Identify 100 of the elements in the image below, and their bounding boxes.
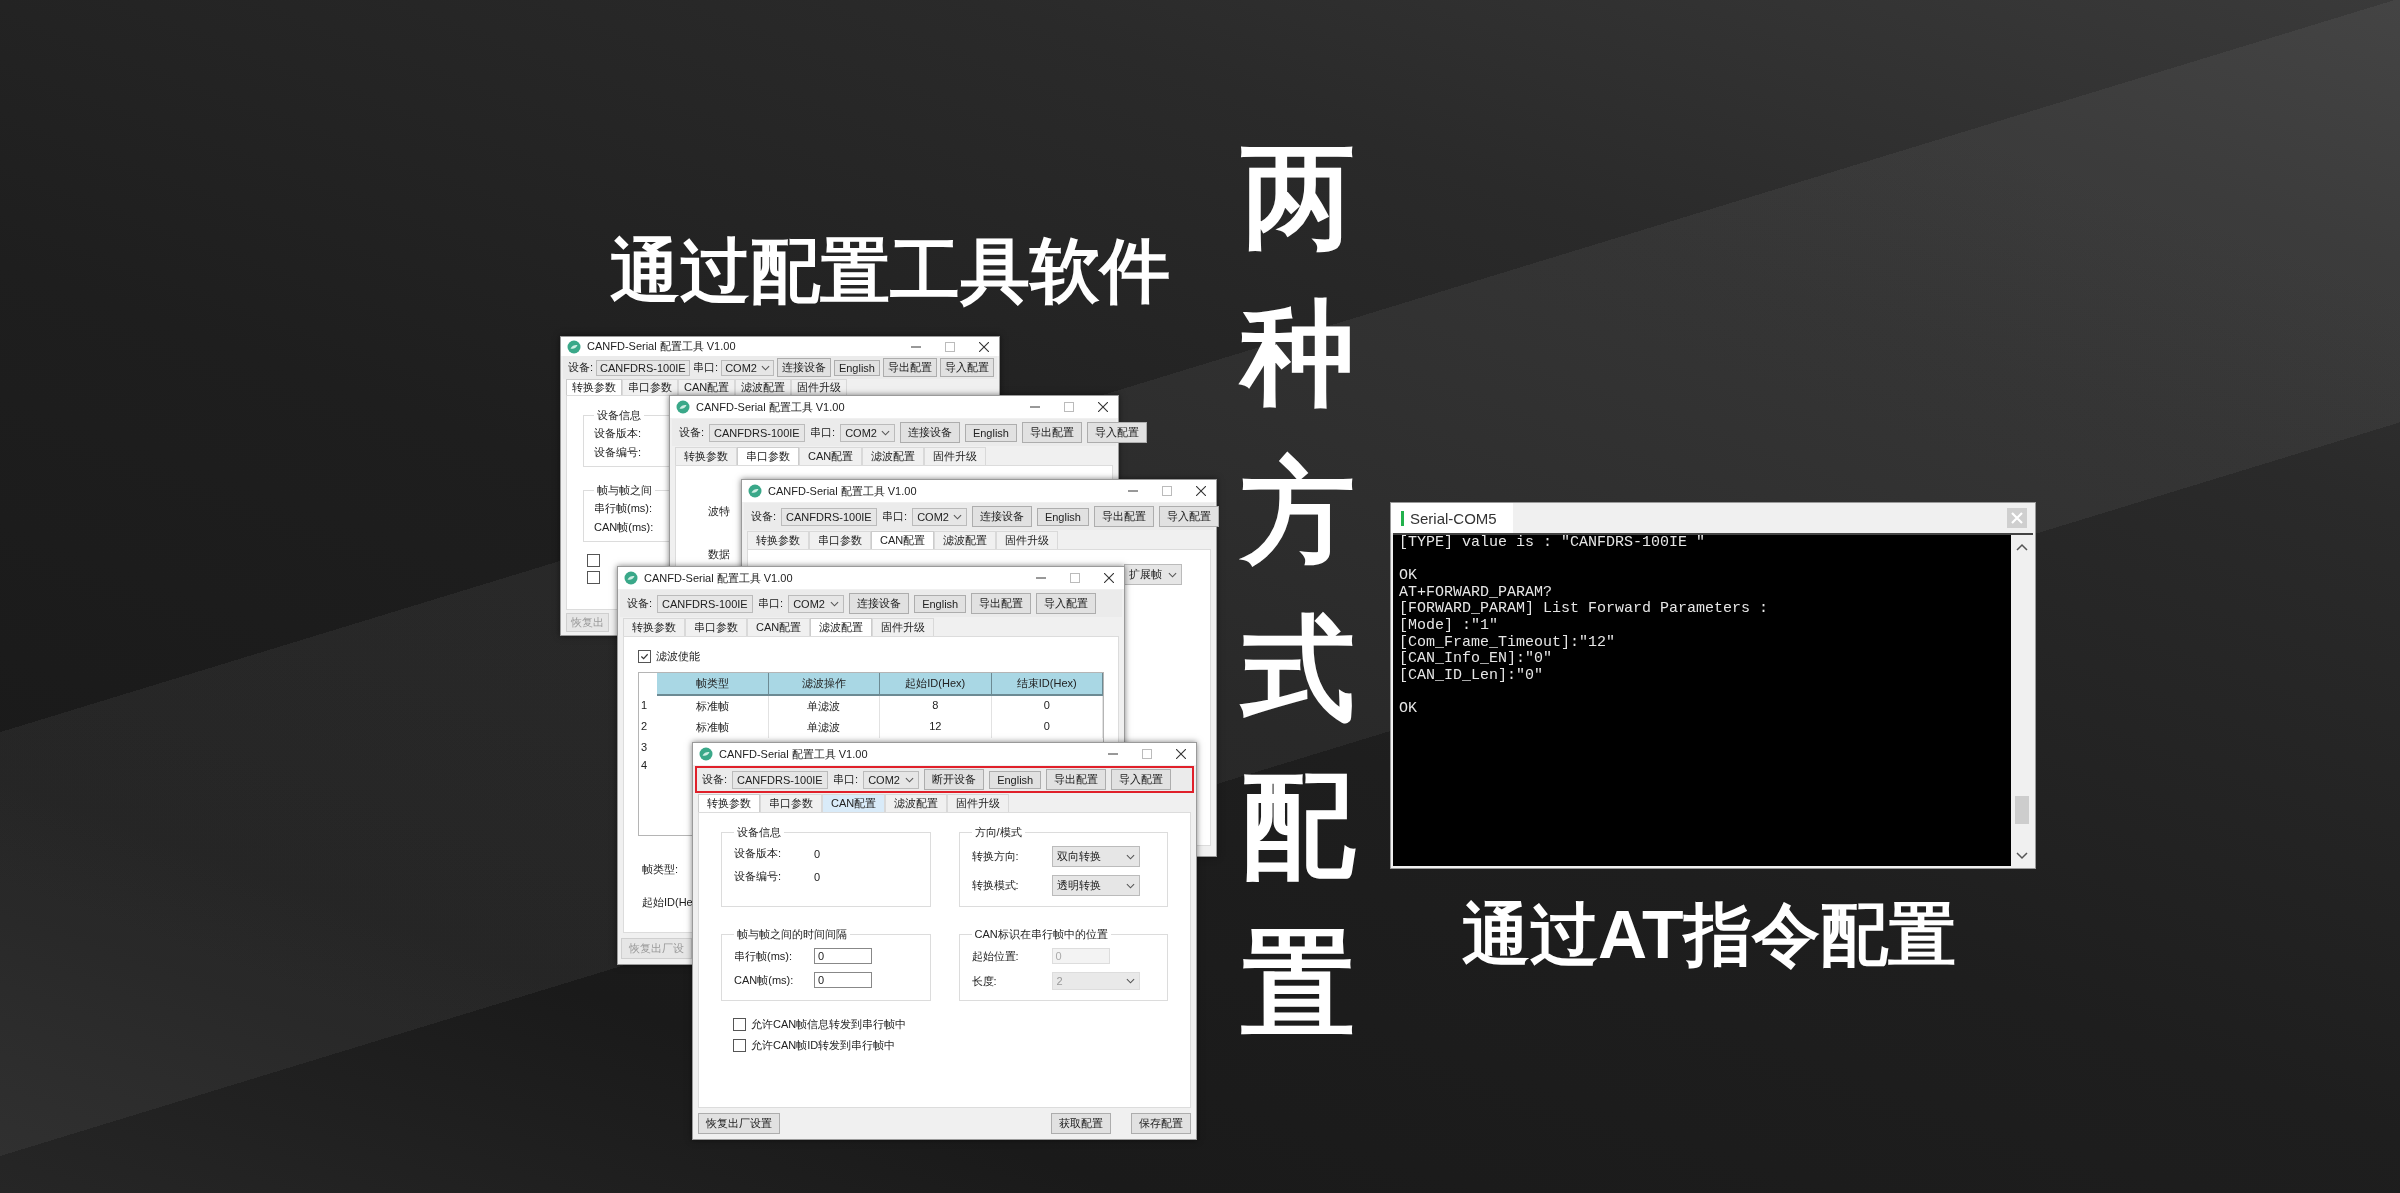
toolbar-button[interactable]: English (989, 770, 1042, 789)
chevron-up-icon[interactable] (2016, 543, 2028, 551)
tab[interactable]: 串口参数 (685, 618, 747, 636)
tab[interactable]: 固件升级 (791, 379, 848, 395)
port-select[interactable]: COM2 (840, 423, 895, 442)
tab[interactable]: 滤波配置 (735, 379, 792, 395)
tab[interactable]: 串口参数 (737, 447, 799, 465)
tab[interactable]: 转换参数 (675, 447, 737, 465)
field-label: 串口: (810, 425, 836, 440)
close-icon[interactable] (1098, 402, 1108, 412)
field-label: 串口: (882, 509, 908, 524)
checkbox[interactable] (733, 1018, 746, 1031)
port-select[interactable]: COM2 (912, 507, 967, 526)
tab[interactable]: 转换参数 (747, 531, 809, 549)
close-icon[interactable] (1176, 749, 1186, 759)
footer-button[interactable]: 获取配置 (1051, 1113, 1111, 1134)
maximize-icon[interactable] (1142, 749, 1152, 759)
checkbox-label: 滤波使能 (656, 649, 700, 664)
toolbar-button[interactable]: English (1036, 507, 1089, 526)
app-icon (624, 571, 638, 585)
tab[interactable]: 转换参数 (698, 794, 760, 812)
toolbar-button[interactable]: 导入配置 (1111, 769, 1172, 790)
toolbar-button[interactable]: 连接设备 (849, 593, 910, 614)
dropdown[interactable]: 扩展帧 (1124, 564, 1182, 585)
group-title: 设备信息 (596, 408, 642, 423)
table-cell: 单滤波 (768, 696, 880, 717)
checkbox[interactable] (733, 1039, 746, 1052)
column-header: 结束ID(Hex) (991, 673, 1103, 696)
checkbox[interactable] (587, 554, 600, 567)
field-label: 转换模式: (971, 878, 1020, 893)
toolbar-button[interactable]: 导入配置 (1036, 593, 1097, 614)
toolbar-button[interactable]: 断开设备 (924, 769, 985, 790)
close-icon[interactable] (979, 341, 989, 352)
checkbox[interactable] (587, 571, 600, 584)
port-select[interactable]: COM2 (863, 770, 920, 789)
scrollbar-thumb[interactable] (2015, 796, 2029, 824)
tab[interactable]: CAN配置 (822, 794, 886, 812)
tab[interactable]: 串口参数 (760, 794, 822, 812)
scrollbar[interactable] (2011, 535, 2033, 866)
device-select[interactable]: CANFDRS-100IE (657, 594, 754, 613)
tab[interactable]: 固件升级 (947, 794, 1010, 812)
tab[interactable]: 转换参数 (566, 379, 622, 395)
window-title: CANFD-Serial 配置工具 V1.00 (644, 570, 793, 586)
maximize-icon[interactable] (1162, 486, 1172, 496)
toolbar-button[interactable]: English (833, 359, 880, 376)
tab[interactable]: CAN配置 (871, 531, 935, 549)
close-icon[interactable] (1196, 486, 1206, 496)
chevron-down-icon (905, 776, 915, 783)
tab[interactable]: 滤波配置 (934, 531, 997, 549)
tab[interactable]: CAN配置 (747, 618, 811, 636)
toolbar-button[interactable]: English (964, 423, 1017, 442)
device-select[interactable]: CANFDRS-100IE (709, 423, 806, 442)
group-title: CAN标识在串行帧中的位置 (973, 927, 1109, 942)
tab[interactable]: 固件升级 (872, 618, 935, 636)
dropdown[interactable]: 双向转换 (1051, 846, 1140, 867)
toolbar-button[interactable]: 导出配置 (1094, 506, 1154, 527)
input-field[interactable]: 0 (814, 972, 872, 988)
port-select[interactable]: COM2 (788, 594, 845, 613)
toolbar-button[interactable]: 连接设备 (776, 358, 831, 377)
field-label: 数据 (708, 547, 730, 562)
toolbar-button[interactable]: 导出配置 (883, 358, 937, 377)
toolbar-button[interactable]: 连接设备 (971, 506, 1032, 527)
toolbar-button[interactable]: 导入配置 (1159, 506, 1219, 527)
toolbar-button[interactable]: 导出配置 (971, 593, 1032, 614)
toolbar-button[interactable]: English (914, 594, 967, 613)
toolbar-button[interactable]: 导入配置 (940, 358, 994, 377)
tab[interactable]: CAN配置 (799, 447, 863, 465)
tab[interactable]: 串口参数 (809, 531, 871, 549)
tab[interactable]: 滤波配置 (885, 794, 948, 812)
close-icon[interactable] (1104, 573, 1114, 583)
tab[interactable]: 固件升级 (996, 531, 1059, 549)
tab[interactable]: 滤波配置 (810, 618, 873, 636)
checkbox-label: 允许CAN帧ID转发到串行帧中 (751, 1038, 896, 1053)
toolbar-button[interactable]: 连接设备 (899, 422, 960, 443)
toolbar-button[interactable]: 导出配置 (1046, 769, 1107, 790)
group-title: 设备信息 (736, 825, 782, 840)
reset-button[interactable]: 恢复出厂设置 (698, 1113, 780, 1134)
tab[interactable]: 滤波配置 (862, 447, 925, 465)
maximize-icon[interactable] (1064, 402, 1074, 412)
device-select[interactable]: CANFDRS-100IE (732, 770, 829, 789)
table-cell: 0 (991, 717, 1103, 738)
toolbar-button[interactable]: 导出配置 (1022, 422, 1082, 443)
checkbox-label: 允许CAN帧信息转发到串行帧中 (751, 1017, 907, 1032)
toolbar-button[interactable]: 导入配置 (1087, 422, 1147, 443)
chevron-down-icon (1125, 882, 1135, 889)
tab[interactable]: CAN配置 (678, 379, 736, 395)
footer-button[interactable]: 保存配置 (1131, 1113, 1191, 1134)
chevron-down-icon[interactable] (2016, 852, 2028, 860)
maximize-icon[interactable] (1070, 573, 1080, 583)
checkbox[interactable] (638, 650, 651, 663)
tab[interactable]: 固件升级 (924, 447, 987, 465)
dropdown[interactable]: 透明转换 (1051, 875, 1140, 896)
tab[interactable]: 串口参数 (622, 379, 678, 395)
tab[interactable]: Serial-COM5 (1391, 503, 1513, 533)
port-select[interactable]: COM2 (721, 359, 774, 376)
device-select[interactable]: CANFDRS-100IE (596, 359, 691, 376)
tab[interactable]: 转换参数 (623, 618, 685, 636)
input-field[interactable]: 0 (814, 948, 872, 964)
maximize-icon[interactable] (945, 341, 955, 352)
device-select[interactable]: CANFDRS-100IE (781, 507, 878, 526)
